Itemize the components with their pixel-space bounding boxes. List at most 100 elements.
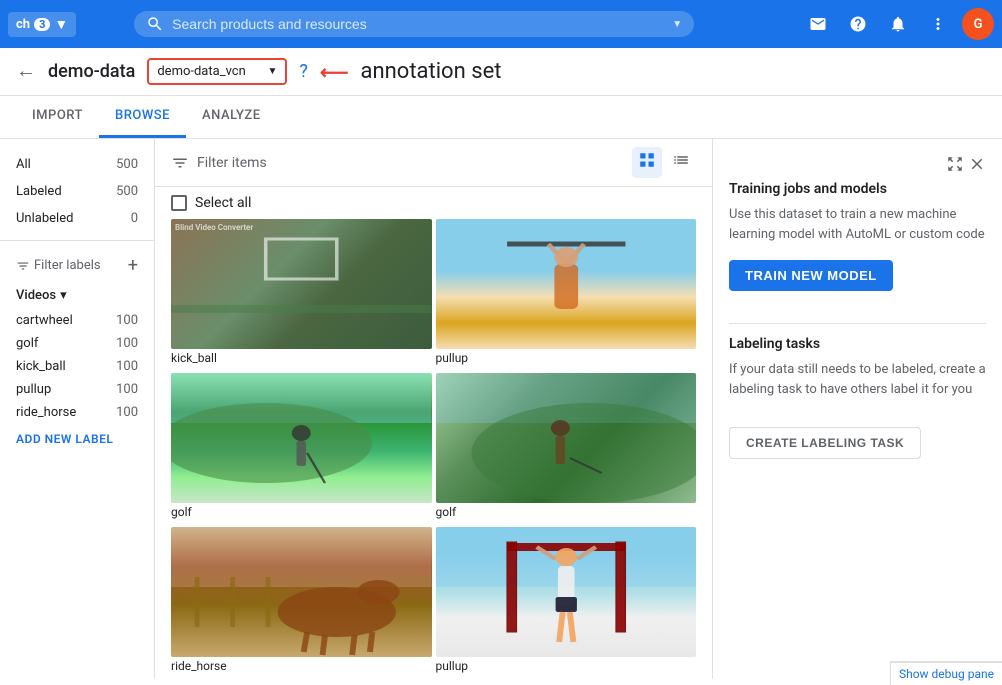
sidebar-item-all[interactable]: All 500: [0, 151, 154, 178]
app-chip[interactable]: ch 3 ▼: [8, 12, 76, 37]
app-name: ch: [16, 17, 30, 32]
debug-pane-link[interactable]: Show debug pane: [891, 662, 1002, 685]
filter-labels-row: Filter labels +: [0, 249, 154, 282]
email-icon: [809, 15, 827, 33]
media-item-pullup2[interactable]: pullup: [436, 527, 697, 677]
label-item-kick-ball[interactable]: kick_ball 100: [0, 355, 154, 378]
train-new-model-button[interactable]: TRAIN NEW MODEL: [729, 260, 893, 291]
help-icon: [849, 15, 867, 33]
add-new-label-button[interactable]: ADD NEW LABEL: [0, 424, 154, 454]
list-icon: [672, 151, 690, 169]
left-sidebar: All 500 Labeled 500 Unlabeled 0 Filter l…: [0, 139, 155, 679]
media-thumb-golf2: [436, 373, 697, 503]
sidebar-all-label: All: [16, 157, 31, 172]
select-all-row: Select all: [155, 187, 712, 219]
media-grid: Blind Video Converter kick_ball: [155, 219, 712, 679]
tab-browse[interactable]: BROWSE: [99, 96, 186, 138]
thumb-ride-horse-svg: [171, 527, 432, 657]
videos-dropdown-icon: ▾: [60, 288, 67, 303]
user-avatar[interactable]: G: [962, 8, 994, 40]
sidebar-item-unlabeled[interactable]: Unlabeled 0: [0, 205, 154, 232]
navbar-icons: G: [802, 8, 994, 40]
app-dropdown-icon[interactable]: ▼: [54, 16, 68, 33]
dropdown-value: demo-data_vcn: [157, 64, 245, 79]
red-arrow-indicator: ⟵: [320, 60, 349, 84]
sidebar-item-labeled[interactable]: Labeled 500: [0, 178, 154, 205]
label-golf-count: 100: [116, 336, 138, 351]
labeling-section-title: Labeling tasks: [729, 336, 986, 352]
list-view-button[interactable]: [666, 147, 696, 178]
media-thumb-pullup: [436, 219, 697, 349]
media-item-pullup[interactable]: pullup: [436, 219, 697, 369]
label-pullup-text: pullup: [16, 382, 51, 397]
help-icon-button[interactable]: [842, 8, 874, 40]
thumb-pullup2-svg: [436, 527, 697, 657]
view-toggle-icons: [632, 147, 696, 178]
grid-view-button[interactable]: [632, 147, 662, 178]
label-item-cartwheel[interactable]: cartwheel 100: [0, 309, 154, 332]
sidebar-labeled-count: 500: [116, 184, 138, 199]
media-label-golf2: golf: [436, 503, 697, 523]
select-all-label: Select all: [195, 195, 251, 211]
more-vert-icon-button[interactable]: [922, 8, 954, 40]
help-circle-icon[interactable]: ?: [299, 61, 308, 82]
top-navbar: ch 3 ▼ ▼ G: [0, 0, 1002, 48]
media-label-pullup: pullup: [436, 349, 697, 369]
label-ride-horse-text: ride_horse: [16, 405, 76, 420]
expand-panel-icon[interactable]: [946, 155, 964, 173]
notifications-icon-button[interactable]: [882, 8, 914, 40]
app-version: 3: [34, 18, 50, 31]
thumb-golf2-svg: [436, 373, 697, 503]
media-thumb-kick-ball: Blind Video Converter: [171, 219, 432, 349]
tab-import[interactable]: IMPORT: [16, 96, 99, 138]
label-item-ride-horse[interactable]: ride_horse 100: [0, 401, 154, 424]
search-icon: [146, 15, 164, 33]
label-item-golf[interactable]: golf 100: [0, 332, 154, 355]
select-all-checkbox[interactable]: [171, 195, 187, 211]
label-kick-ball-count: 100: [116, 359, 138, 374]
content-area: Filter items Select all Blind Video Conv…: [155, 139, 712, 679]
label-item-pullup[interactable]: pullup 100: [0, 378, 154, 401]
media-label-pullup2: pullup: [436, 657, 697, 677]
media-label-kick-ball: kick_ball: [171, 349, 432, 369]
media-item-ride-horse[interactable]: ride_horse: [171, 527, 432, 677]
media-thumb-ride-horse: [171, 527, 432, 657]
grid-icon: [638, 151, 656, 169]
filter-items-label: Filter items: [197, 155, 267, 171]
media-item-golf2[interactable]: golf: [436, 373, 697, 523]
filter-list-icon[interactable]: [171, 154, 189, 172]
thumb-overlay-svg: [171, 219, 432, 349]
page-title: demo-data: [48, 61, 135, 82]
label-ride-horse-count: 100: [116, 405, 138, 420]
back-button[interactable]: ←: [16, 60, 36, 83]
tab-analyze[interactable]: ANALYZE: [186, 96, 277, 138]
filter-icon: [16, 259, 30, 273]
close-panel-icon[interactable]: [968, 155, 986, 173]
content-toolbar: Filter items: [155, 139, 712, 187]
label-kick-ball-text: kick_ball: [16, 359, 66, 374]
add-label-icon[interactable]: +: [128, 255, 138, 276]
training-description: Use this dataset to train a new machine …: [729, 205, 986, 244]
media-item-golf1[interactable]: golf: [171, 373, 432, 523]
label-cartwheel-text: cartwheel: [16, 313, 73, 328]
email-icon-button[interactable]: [802, 8, 834, 40]
sidebar-all-count: 500: [116, 157, 138, 172]
media-label-golf1: golf: [171, 503, 432, 523]
notifications-icon: [889, 15, 907, 33]
tabs-bar: IMPORT BROWSE ANALYZE: [0, 96, 1002, 139]
media-label-ride-horse: ride_horse: [171, 657, 432, 677]
search-input[interactable]: [172, 16, 664, 32]
media-thumb-pullup2: [436, 527, 697, 657]
label-cartwheel-count: 100: [116, 313, 138, 328]
more-vert-icon: [929, 15, 947, 33]
media-thumb-golf1: [171, 373, 432, 503]
filter-labels-text: Filter labels: [16, 258, 101, 273]
search-dropdown-icon[interactable]: ▼: [672, 19, 682, 30]
dropdown-arrow-icon: ▼: [267, 66, 277, 77]
media-item-kick-ball[interactable]: Blind Video Converter kick_ball: [171, 219, 432, 369]
annotation-dropdown[interactable]: demo-data_vcn ▼: [147, 58, 287, 85]
label-pullup-count: 100: [116, 382, 138, 397]
videos-header: Videos ▾: [0, 282, 154, 309]
create-labeling-task-button[interactable]: CREATE LABELING TASK: [729, 427, 921, 459]
search-bar[interactable]: ▼: [134, 11, 694, 37]
